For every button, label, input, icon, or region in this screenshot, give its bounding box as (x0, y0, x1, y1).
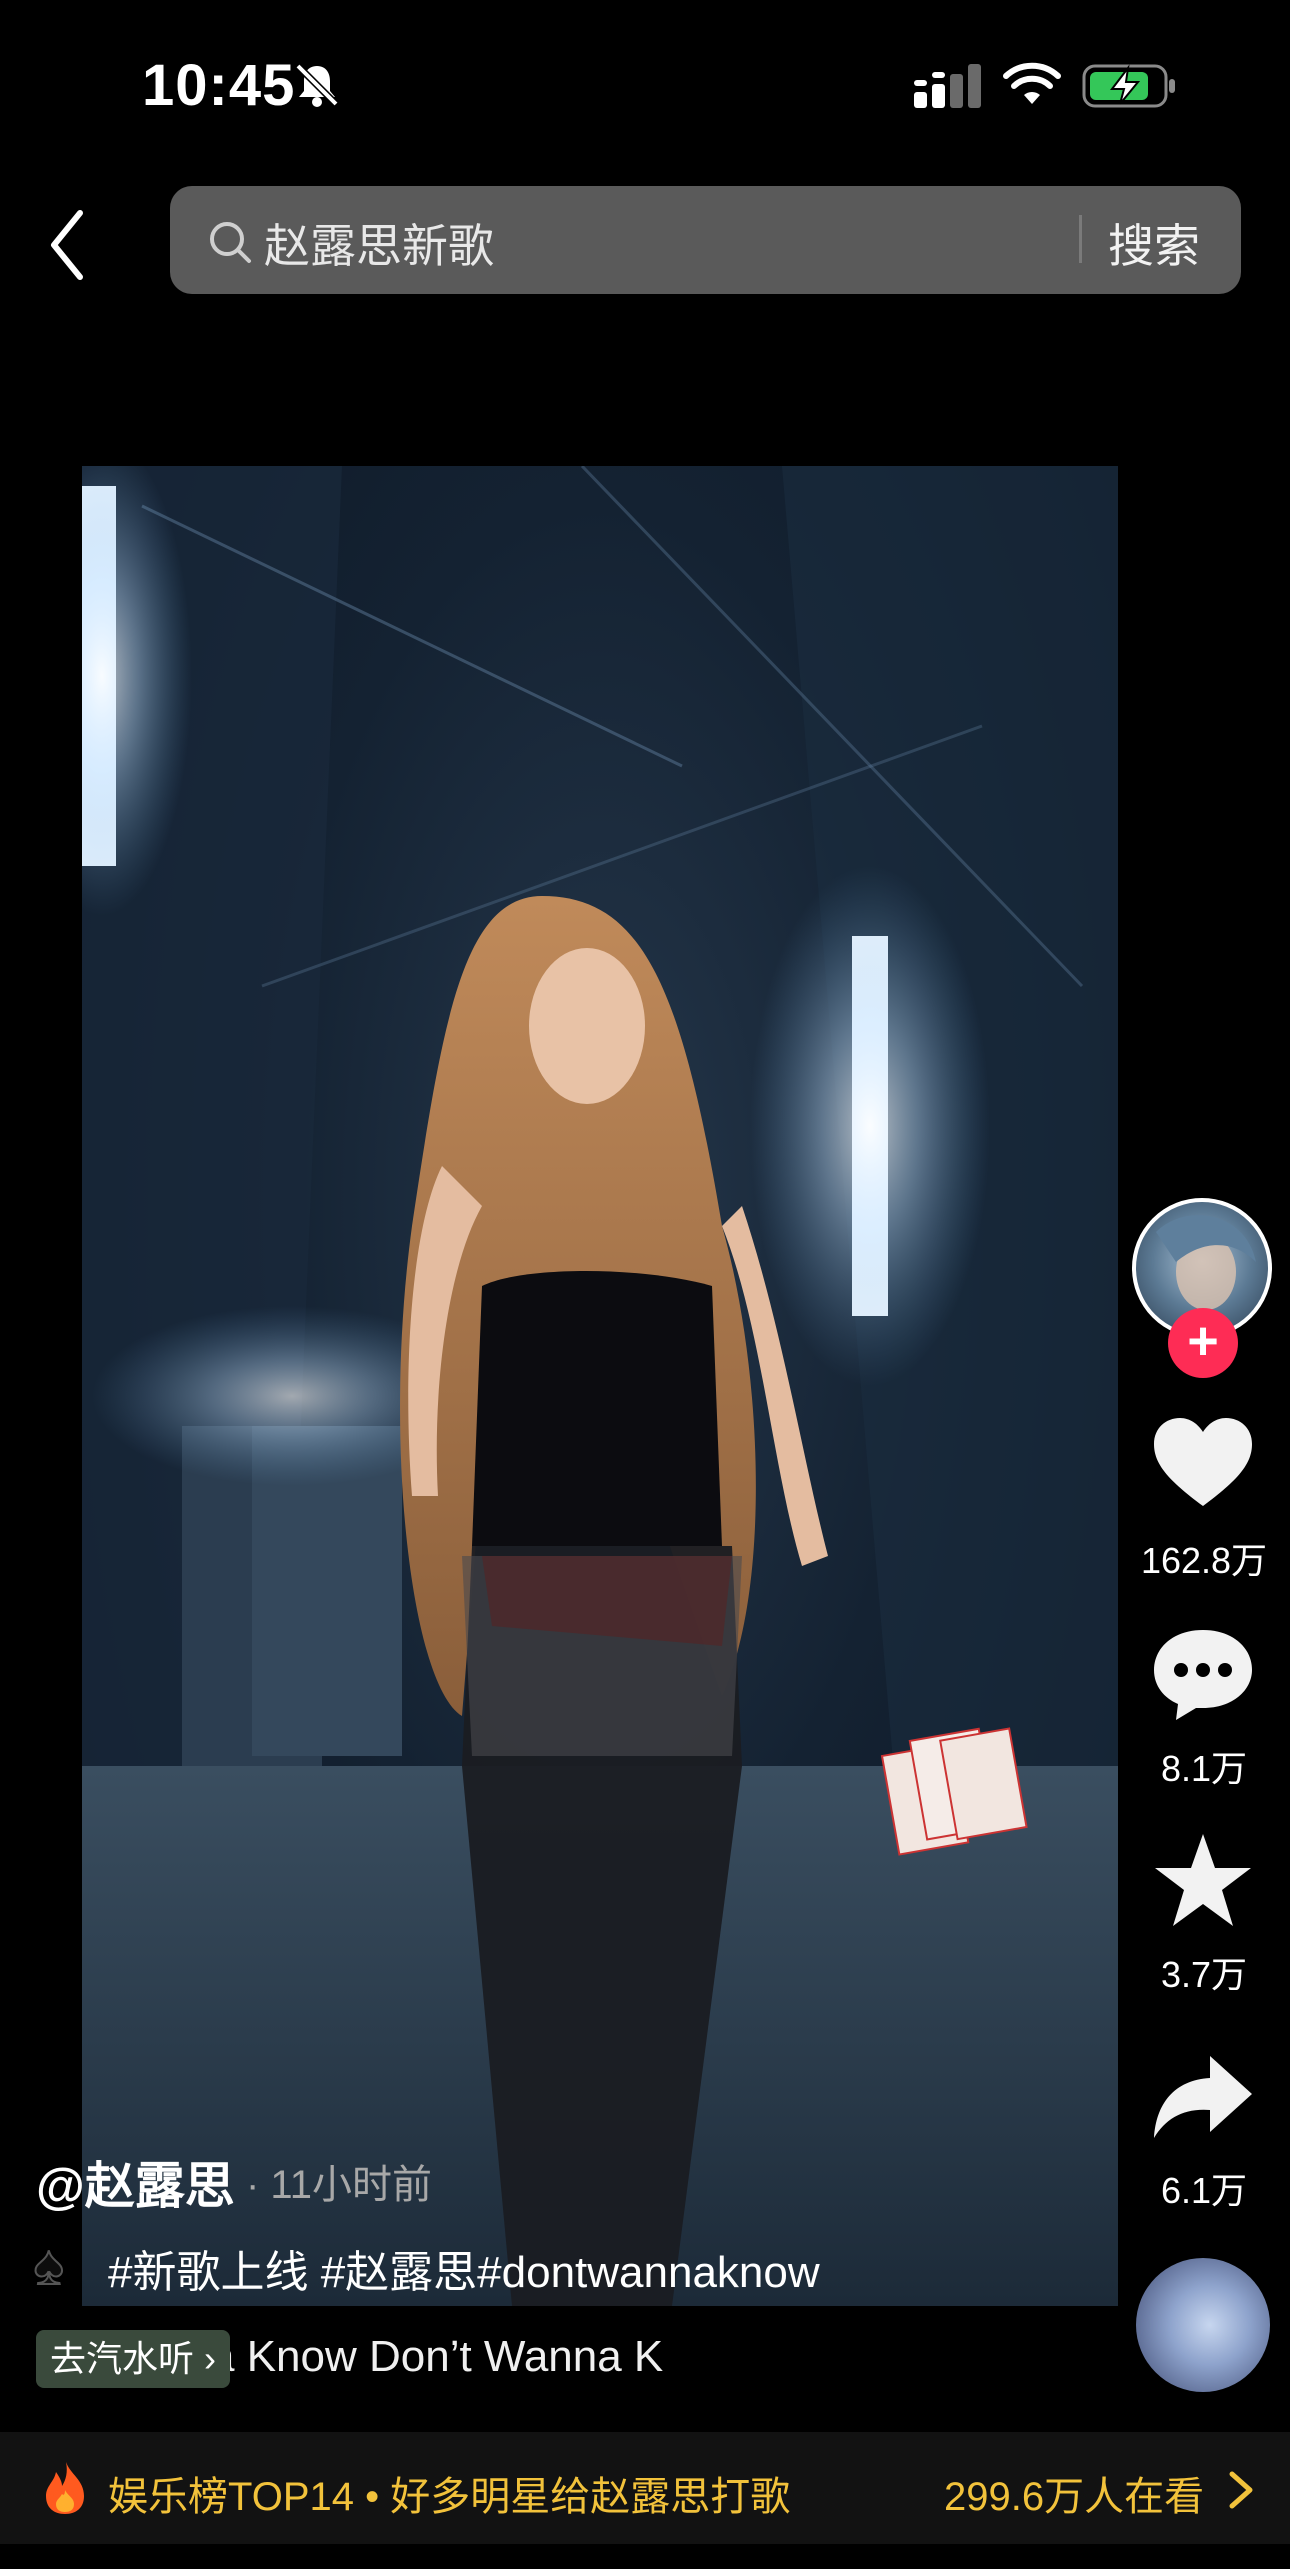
search-icon (210, 222, 251, 263)
video-player[interactable] (82, 466, 1118, 2306)
music-disc-icon[interactable] (1136, 2258, 1270, 2392)
comment-count: 8.1万 (1160, 1748, 1248, 1789)
video-frame (82, 466, 1118, 2306)
like-count: 162.8万 (1140, 1540, 1268, 1581)
heart-icon[interactable] (1148, 1414, 1258, 1514)
flame-icon (46, 2462, 84, 2514)
star-icon[interactable] (1148, 1830, 1258, 1930)
cellular-signal-icon (914, 64, 981, 108)
post-hashtags[interactable]: #新歌上线 #赵露思#dontwannaknow (108, 2236, 820, 2300)
search-input[interactable]: 赵露思新歌 (264, 210, 494, 276)
bell-muted-icon (295, 63, 339, 107)
search-divider (1079, 215, 1082, 263)
back-arrow-icon[interactable] (42, 205, 92, 285)
author-name[interactable]: @赵露思 (36, 2146, 235, 2218)
battery-charging-icon (1082, 64, 1175, 108)
follow-plus-button[interactable]: + (1168, 1308, 1238, 1378)
spade-emoji: ♠ (33, 2232, 65, 2297)
share-count: 6.1万 (1160, 2170, 1248, 2211)
comment-icon[interactable] (1148, 1624, 1258, 1724)
status-time: 10:45 (142, 53, 296, 118)
post-time: · 11小时前 (246, 2163, 432, 2207)
search-button[interactable]: 搜索 (1108, 210, 1200, 276)
soda-listen-button[interactable]: 去汽水听 › (36, 2330, 231, 2388)
banner-title[interactable]: 娱乐榜TOP14 • 好多明星给赵露思打歌 (108, 2464, 790, 2522)
banner-viewers: 299.6万人在看 (944, 2475, 1205, 2519)
soda-listen-label: 去汽水听 (50, 2338, 195, 2379)
chevron-right-icon[interactable] (1226, 2468, 1256, 2512)
song-lyrics-marquee: a Know Don’t Wanna K (210, 2332, 664, 2381)
favorite-count: 3.7万 (1160, 1954, 1248, 1995)
wifi-icon (1003, 62, 1061, 104)
share-arrow-icon[interactable] (1148, 2048, 1258, 2148)
